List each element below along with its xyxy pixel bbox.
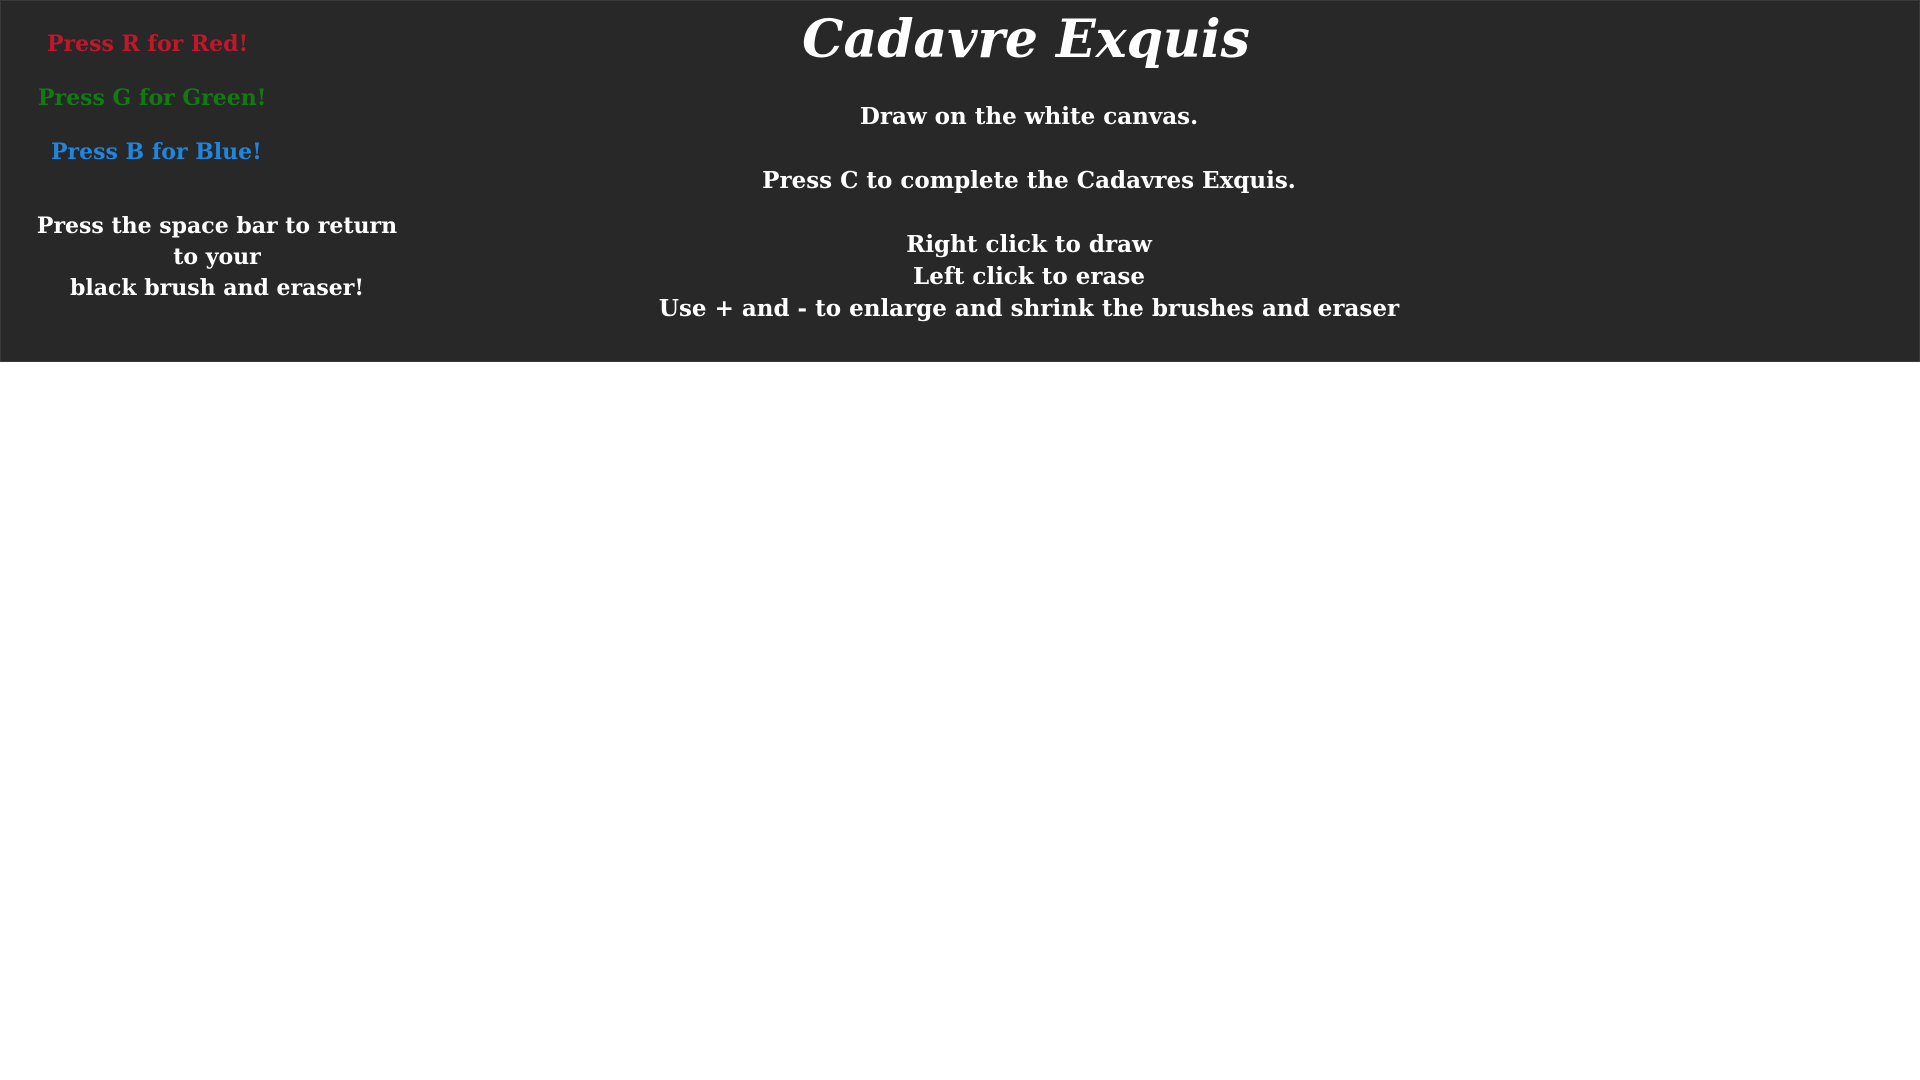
black-brush-stroke-body: [804, 642, 1189, 767]
black-brush-stroke-tail: [689, 669, 769, 709]
green-color-hint: Press G for Green!: [38, 85, 267, 111]
black-brush-stroke-leg: [631, 439, 809, 699]
space-bar-hint: Press the space bar to return to your bl…: [36, 213, 398, 301]
black-brush-stroke-foot: [631, 653, 764, 779]
instructions-header: Cadavre Exquis Draw on the white canvas.…: [0, 0, 1920, 362]
black-brush-stroke-head: [787, 362, 1189, 605]
green-brush-stroke: [857, 362, 1087, 461]
black-brush-stroke-arm: [1151, 413, 1522, 721]
red-brush-stroke: [936, 362, 1049, 407]
red-color-hint: Press R for Red!: [47, 31, 249, 57]
app-title: Cadavre Exquis: [802, 9, 1250, 70]
drawing-canvas[interactable]: [0, 362, 1920, 1080]
blue-color-hint: Press B for Blue!: [51, 139, 262, 165]
instruction-complete: Press C to complete the Cadavres Exquis.: [762, 167, 1296, 194]
instruction-draw: Draw on the white canvas.: [859, 103, 1199, 130]
dotted-stroke: [777, 473, 1439, 721]
